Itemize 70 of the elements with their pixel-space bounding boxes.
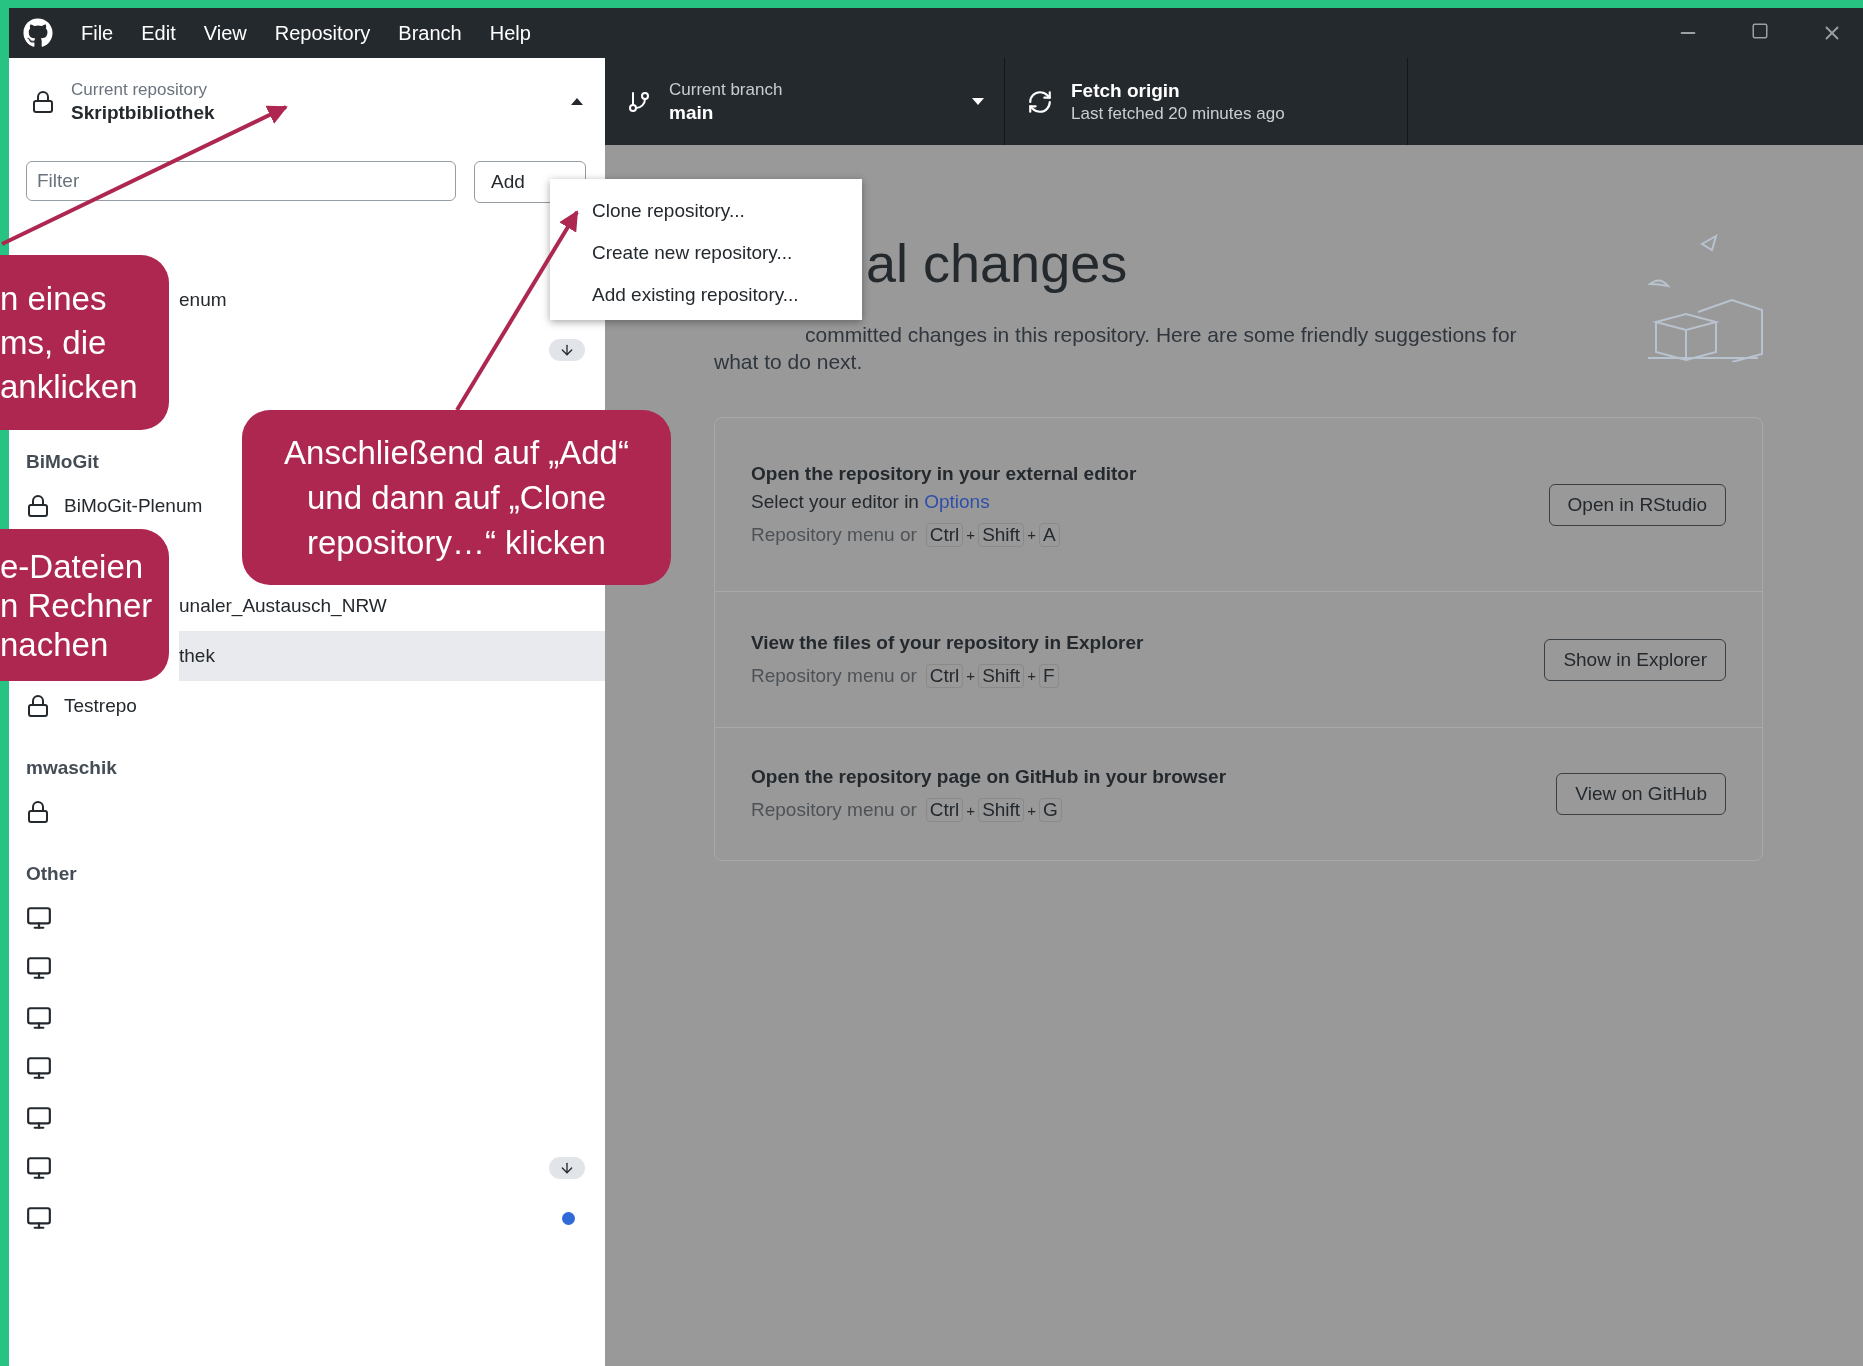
monitor-icon bbox=[26, 905, 52, 931]
branch-label: Current branch bbox=[669, 79, 783, 100]
menu-item[interactable]: Edit bbox=[141, 21, 176, 45]
maximize-icon[interactable] bbox=[1751, 22, 1769, 40]
callout: n eines ms, die anklicken bbox=[0, 255, 169, 430]
callout: Anschließend auf „Add“ und dann auf „Clone repository…“ klicken bbox=[242, 410, 671, 585]
shortcut-hint: Repository menu or bbox=[751, 664, 917, 687]
suggestion-button[interactable]: Open in RStudio bbox=[1548, 483, 1726, 526]
callout: e-Dateien n Rechner nachen bbox=[0, 529, 169, 681]
monitor-icon bbox=[26, 1205, 52, 1231]
menu-item[interactable]: Help bbox=[489, 21, 531, 45]
logo-icon bbox=[23, 18, 53, 48]
lock-icon bbox=[31, 89, 55, 114]
repository-name[interactable]: enum bbox=[179, 289, 227, 311]
last-fetched-text: Last fetched 20 minutes ago bbox=[1071, 103, 1285, 124]
shortcut-hint: Repository menu or bbox=[751, 523, 917, 546]
plus-sign: + bbox=[1027, 801, 1036, 819]
monitor-icon bbox=[26, 1005, 52, 1031]
keyboard-key: Ctrl bbox=[925, 798, 964, 822]
shortcut-hint: Repository menu or bbox=[751, 799, 917, 821]
repository-name[interactable]: Skriptbibliothek bbox=[71, 101, 215, 124]
menu-entry[interactable]: Create new repository... bbox=[550, 232, 862, 274]
group-title: mwaschik bbox=[26, 757, 117, 779]
plus-sign: + bbox=[966, 526, 976, 543]
selected-repository-row[interactable]: thek bbox=[179, 631, 605, 681]
suggestion-title: Open the repository page on GitHub in your browser bbox=[751, 766, 1227, 788]
plus-sign: + bbox=[966, 667, 976, 684]
refresh-icon bbox=[1027, 88, 1053, 115]
plus-sign: + bbox=[1027, 667, 1036, 684]
menu-entry[interactable]: Add existing repository... bbox=[550, 274, 862, 316]
heading: al changes bbox=[866, 233, 1128, 293]
repository-name[interactable]: Testrepo bbox=[64, 695, 137, 717]
branch-icon bbox=[627, 89, 651, 114]
group-title: Other bbox=[26, 863, 77, 885]
menu-item[interactable]: View bbox=[203, 21, 247, 45]
repository-name[interactable]: unaler_Austausch_NRW bbox=[179, 595, 387, 617]
caret-icon[interactable] bbox=[571, 98, 583, 105]
keyboard-key: G bbox=[1038, 798, 1062, 822]
group-title: BiMoGit bbox=[26, 451, 99, 473]
description: committed changes in this repository. Here are some friendly suggestions for what to do next. bbox=[714, 322, 1518, 375]
keyboard-key: Ctrl bbox=[925, 522, 964, 547]
repository-label: Current repository bbox=[71, 79, 208, 100]
plus-sign: + bbox=[1027, 526, 1036, 543]
repository-name[interactable]: BiMoGit-Plenum bbox=[64, 495, 203, 517]
suggestion-button[interactable]: Show in Explorer bbox=[1544, 638, 1726, 681]
keyboard-key: Shift bbox=[978, 663, 1025, 688]
lock-icon bbox=[26, 800, 50, 824]
repository-name[interactable]: thek bbox=[179, 645, 215, 667]
monitor-icon bbox=[26, 955, 52, 981]
keyboard-key: Shift bbox=[978, 522, 1025, 547]
keyboard-key: F bbox=[1038, 663, 1059, 688]
fetch-label[interactable]: Fetch origin bbox=[1071, 79, 1180, 102]
keyboard-key: A bbox=[1038, 522, 1060, 547]
suggestion-title: View the files of your repository in Explorer bbox=[751, 631, 1144, 654]
branch-name[interactable]: main bbox=[669, 101, 714, 124]
menu-item[interactable]: Repository bbox=[274, 21, 371, 45]
monitor-icon bbox=[26, 1055, 52, 1081]
keyboard-key: Ctrl bbox=[925, 663, 964, 688]
lock-icon bbox=[26, 694, 50, 718]
monitor-icon bbox=[26, 1105, 52, 1131]
suggestion-button[interactable]: View on GitHub bbox=[1556, 773, 1726, 815]
filter-field[interactable]: Filter bbox=[26, 161, 456, 201]
keyboard-key: Shift bbox=[978, 798, 1025, 822]
lock-icon bbox=[26, 494, 50, 518]
plus-sign: + bbox=[966, 801, 976, 819]
suggestion-detail: Select your editor in Options bbox=[751, 490, 990, 513]
suggestion-title: Open the repository in your external editor bbox=[751, 462, 1137, 485]
monitor-icon bbox=[26, 1155, 52, 1181]
menu-item[interactable]: Branch bbox=[398, 21, 462, 45]
menu-item[interactable]: File bbox=[81, 21, 114, 45]
